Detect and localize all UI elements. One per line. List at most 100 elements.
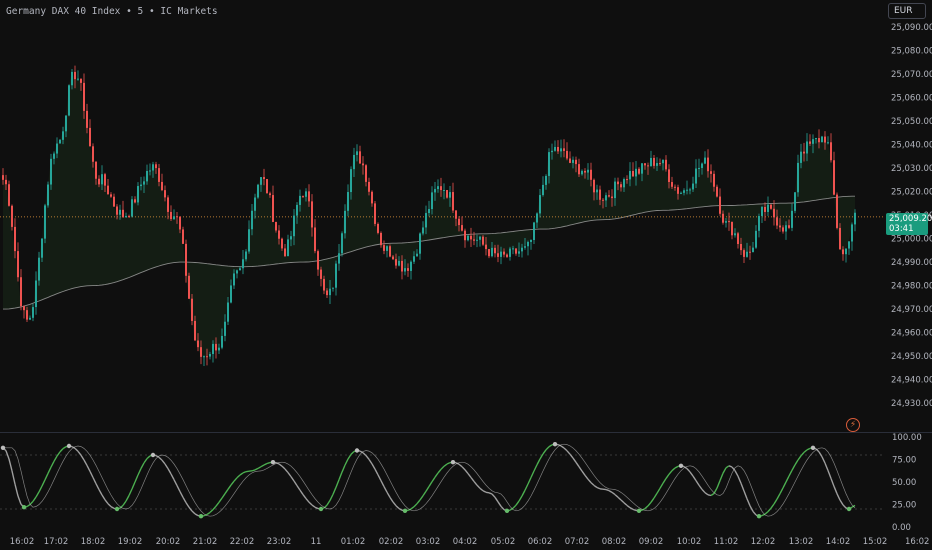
candle-up: [680, 192, 682, 194]
oscillator-axis[interactable]: 100.00 75.00 50.00 25.00 0.00: [892, 433, 922, 533]
candle-down: [89, 127, 91, 147]
candle-up: [767, 204, 769, 212]
oscillator-cross-dot: [678, 463, 684, 468]
candle-down: [833, 160, 835, 195]
oscillator-segment: [134, 474, 139, 483]
candle-down: [320, 269, 322, 279]
time-tick-label: 13:02: [789, 537, 814, 547]
candle-up: [848, 241, 850, 249]
candle-up: [572, 159, 574, 163]
candle-down: [116, 206, 118, 215]
oscillator-segment: [53, 455, 58, 462]
oscillator-segment: [308, 501, 313, 506]
candle-up: [587, 169, 589, 173]
oscillator-segment: [395, 505, 400, 510]
bar-countdown: 03:41: [889, 224, 914, 234]
oscillator-segment: [566, 450, 571, 455]
candle-down: [665, 159, 667, 170]
oscillator-segment: [662, 478, 667, 484]
candle-down: [284, 248, 286, 257]
chart-canvas[interactable]: 25,090.00 25,080.00 25,070.00 25,060.00 25,0…: [0, 0, 932, 550]
oscillator-segment: [413, 503, 418, 508]
oscillator-segment: [14, 483, 19, 497]
oscillator-segment: [581, 470, 586, 476]
candle-up: [581, 170, 583, 175]
oscillator-segment: [56, 451, 61, 457]
candle-down: [515, 248, 517, 254]
oscillator-segment: [110, 506, 115, 509]
oscillator-segment: [611, 491, 616, 496]
candle-up: [332, 287, 334, 289]
candle-up: [524, 246, 526, 248]
candle-up: [212, 343, 214, 355]
candle-up: [347, 192, 349, 211]
oscillator-segment: [620, 499, 625, 504]
candle-down: [266, 179, 268, 194]
currency-button[interactable]: EUR: [888, 3, 926, 19]
oscillator-segment: [257, 466, 262, 470]
candle-up: [527, 241, 529, 247]
candle-down: [377, 223, 379, 233]
lightning-icon[interactable]: ⚡: [846, 418, 860, 432]
oscillator-segment: [716, 480, 721, 489]
oscillator-segment: [281, 465, 286, 470]
oscillator-segment: [689, 471, 694, 477]
candle-down: [26, 310, 28, 320]
oscillator-segment: [80, 454, 85, 461]
candle-up: [437, 186, 439, 190]
oscillator-segment: [491, 493, 496, 498]
candle-up: [479, 236, 481, 240]
candle-down: [23, 306, 25, 311]
candle-down: [611, 196, 613, 199]
candle-down: [104, 174, 106, 186]
candle-up: [218, 347, 220, 351]
candle-down: [167, 197, 169, 212]
candle-up: [335, 263, 337, 288]
oscillator-segment: [443, 463, 448, 467]
time-axis[interactable]: 16:02 17:02 18:02 19:02 20:02 21:02 22:02 23:02…: [10, 537, 930, 547]
oscillator-segment: [206, 511, 211, 516]
candle-up: [245, 251, 247, 260]
candle-down: [86, 110, 88, 128]
candle-up: [242, 259, 244, 269]
candle-down: [263, 177, 265, 180]
candle-down: [674, 186, 676, 188]
oscillator-cross-dot: [846, 506, 852, 512]
oscillator-segment: [794, 459, 799, 466]
candle-down: [809, 141, 811, 144]
candle-down: [590, 169, 592, 180]
candle-down: [653, 157, 655, 166]
candle-up: [398, 260, 400, 266]
oscillator-segment: [305, 498, 310, 503]
oscillator-segment: [302, 494, 307, 500]
oscillator-segment: [614, 494, 619, 498]
candle-down: [182, 229, 184, 244]
candle-up: [203, 356, 205, 358]
candle-down: [122, 209, 124, 218]
oscillator-segment: [50, 460, 55, 468]
oscillator-segment: [668, 470, 673, 475]
oscillator-segment: [824, 462, 829, 471]
candle-down: [557, 146, 559, 152]
candle-up: [560, 148, 562, 152]
oscillator-segment: [92, 477, 97, 484]
oscillator-segment: [497, 501, 502, 507]
oscillator-cross-dot: [114, 506, 120, 512]
oscillator-segment: [701, 488, 706, 494]
oscillator-segment: [362, 452, 367, 457]
candle-up: [746, 251, 748, 257]
candle-up: [38, 257, 40, 281]
oscillator-segment: [587, 478, 592, 484]
price-tick-label: 24,930.00: [891, 399, 932, 409]
candle-down: [134, 199, 136, 203]
oscillator-segment: [800, 451, 805, 457]
candle-up: [44, 205, 46, 239]
candle-up: [35, 280, 37, 308]
oscillator-segment: [383, 486, 388, 493]
oscillator-segment: [416, 499, 421, 505]
candle-up: [236, 270, 238, 274]
candle-down: [98, 178, 100, 185]
oscillator-segment: [338, 471, 343, 481]
oscillator-segment: [578, 466, 583, 472]
oscillator-segment: [74, 447, 79, 452]
